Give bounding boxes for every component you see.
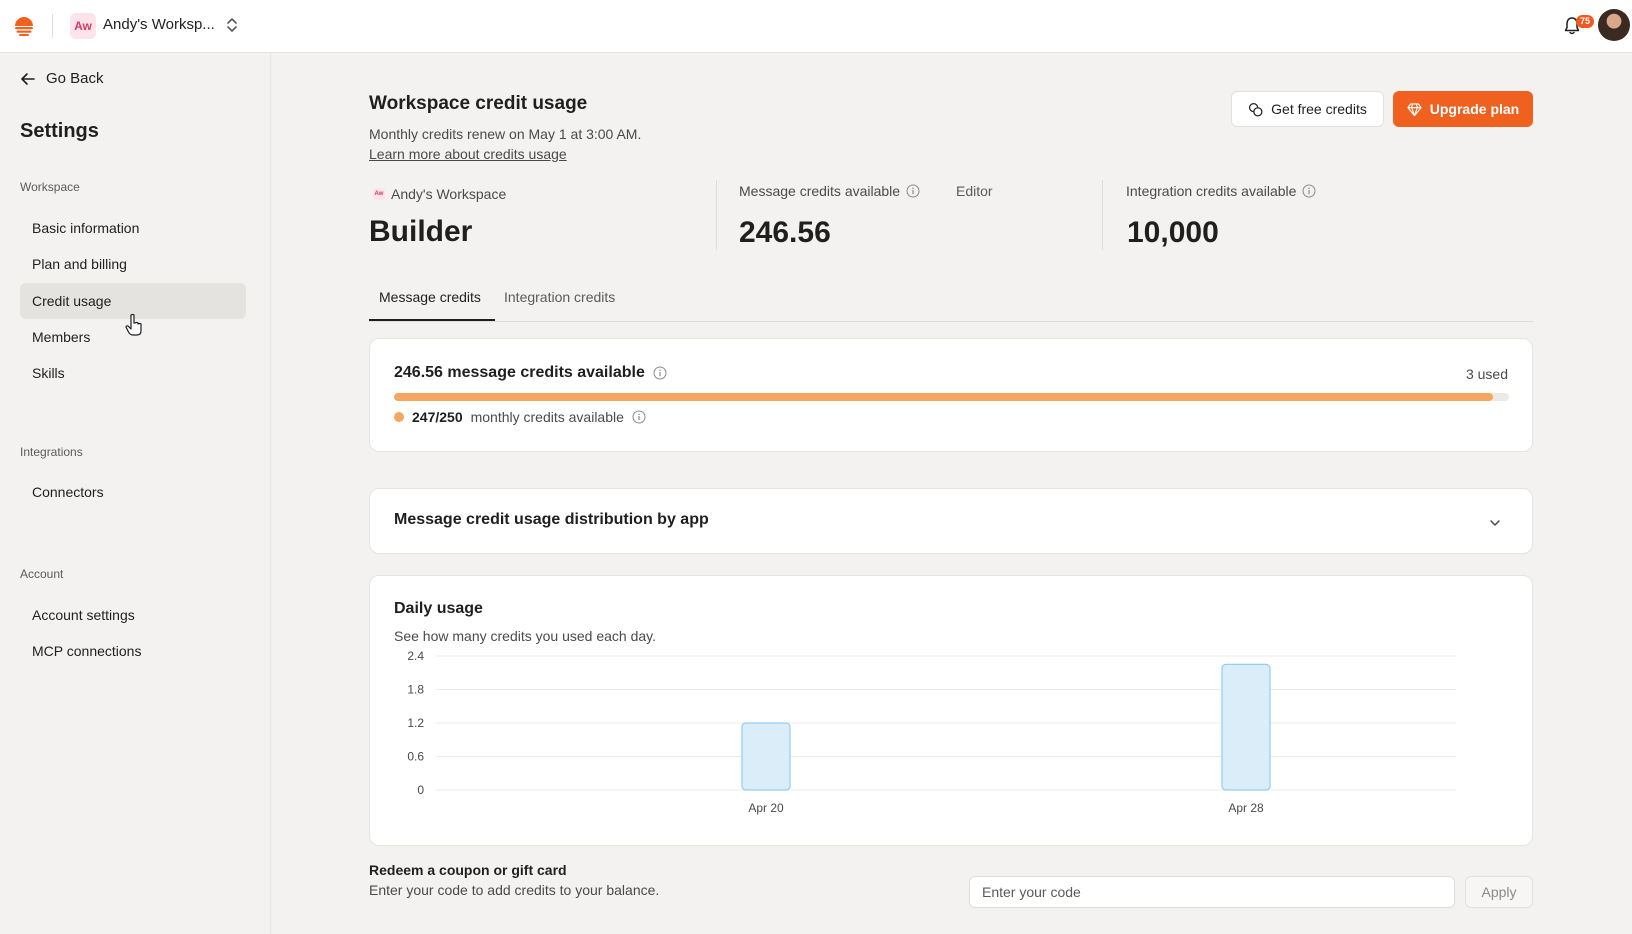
monthly-credits-amount: 247/250 [412,409,463,425]
bar-apr-28[interactable] [1221,663,1271,791]
section-label-integrations: Integrations [20,445,83,459]
stat-divider [716,180,717,250]
redeem-subtitle: Enter your code to add credits to your b… [369,882,660,898]
get-free-credits-button[interactable]: Get free credits [1231,91,1384,127]
x-tick-label: Apr 28 [1228,801,1264,815]
plan-name: Builder [369,215,473,248]
upgrade-plan-button[interactable]: Upgrade plan [1393,91,1533,127]
y-tick-label: 0 [417,783,424,797]
credit-tabs: Message credits Integration credits [369,279,1533,322]
message-credits-value: 246.56 [739,216,831,249]
main-content: Workspace credit usage Monthly credits r… [271,53,1632,934]
tab-integration-credits[interactable]: Integration credits [504,289,615,305]
chevron-updown-icon[interactable] [225,15,239,35]
plan-workspace-name: Andy's Workspace [391,186,507,202]
daily-usage-subtitle: See how many credits you used each day. [394,628,657,644]
section-label-workspace: Workspace [20,180,80,194]
sidebar-item-connectors[interactable]: Connectors [20,474,246,510]
usage-distribution-accordion[interactable]: Message credit usage distribution by app [369,488,1533,554]
x-tick-label: Apr 20 [748,801,784,815]
sidebar-item-mcp-connections[interactable]: MCP connections [20,633,246,669]
hand-cursor-icon [125,313,142,336]
message-credits-label: Message credits available [739,183,920,199]
sidebar-item-basic-information[interactable]: Basic information [20,210,246,246]
learn-more-link[interactable]: Learn more about credits usage [369,146,567,162]
integration-credits-label-text: Integration credits available [1126,183,1297,199]
notification-count-badge: 75 [1576,15,1595,28]
monthly-credits-label: monthly credits available [470,409,624,425]
monthly-credits-legend: 247/250 monthly credits available [394,409,646,425]
sidebar-item-skills[interactable]: Skills [20,355,246,391]
credits-progress-bar [394,393,1509,401]
distribution-title: Message credit usage distribution by app [394,511,709,528]
go-back-label: Go Back [46,70,104,87]
upgrade-plan-label: Upgrade plan [1429,101,1520,117]
role-label: Editor [956,183,993,199]
apply-button[interactable]: Apply [1465,876,1533,908]
workspace-switcher-name[interactable]: Andy's Worksp... [103,16,215,33]
credits-used: 3 used [1465,366,1508,382]
y-tick-label: 0.6 [407,750,424,764]
legend-dot [394,412,404,422]
go-back-link[interactable]: Go Back [20,70,104,87]
sidebar: Go Back Settings Workspace Basic informa… [0,53,271,934]
integration-credits-value: 10,000 [1127,216,1219,249]
daily-usage-chart: 0 0.6 1.2 1.8 2.4 Apr 20 Apr 28 [407,649,1456,815]
arrow-left-icon [21,72,35,85]
credits-progress-fill [394,393,1494,401]
credits-available-text: 246.56 message credits available [394,364,645,381]
coins-icon [1249,102,1263,116]
coupon-code-input[interactable] [969,876,1455,908]
active-tab-indicator [369,319,495,321]
sidebar-item-plan-and-billing[interactable]: Plan and billing [20,246,246,282]
settings-title: Settings [20,120,99,142]
bar-apr-20[interactable] [741,722,791,791]
info-icon[interactable] [632,410,646,424]
y-tick-label: 2.4 [407,649,424,663]
daily-usage-title: Daily usage [394,600,483,617]
credits-available-title: 246.56 message credits available [394,364,667,382]
info-icon[interactable] [653,366,667,380]
y-tick-label: 1.2 [407,716,424,730]
page-title: Workspace credit usage [369,93,588,114]
message-credits-card: 246.56 message credits available 3 used … [369,338,1533,452]
top-bar: Aw Andy's Worksp... 75 [0,0,1632,53]
stat-divider [1102,180,1103,250]
topbar-divider [52,14,53,38]
message-credits-label-text: Message credits available [739,183,901,199]
renew-text: Monthly credits renew on May 1 at 3:00 A… [369,126,642,142]
chevron-down-icon[interactable] [1488,516,1502,530]
info-icon[interactable] [1302,184,1316,198]
workspace-badge[interactable]: Aw [70,13,96,39]
logo-icon[interactable] [12,14,36,38]
info-icon[interactable] [906,184,920,198]
sidebar-item-account-settings[interactable]: Account settings [20,597,246,633]
y-tick-label: 1.8 [407,683,424,697]
plan-workspace: Aw Andy's Workspace [373,186,506,202]
daily-usage-card: Daily usage See how many credits you use… [369,575,1533,846]
workspace-mini-badge: Aw [373,188,385,200]
tab-message-credits[interactable]: Message credits [379,289,481,305]
diamond-icon [1407,102,1422,116]
section-label-account: Account [20,567,64,581]
redeem-title: Redeem a coupon or gift card [369,862,567,878]
get-free-credits-label: Get free credits [1271,101,1367,117]
avatar[interactable] [1598,9,1630,41]
integration-credits-label: Integration credits available [1126,183,1316,199]
